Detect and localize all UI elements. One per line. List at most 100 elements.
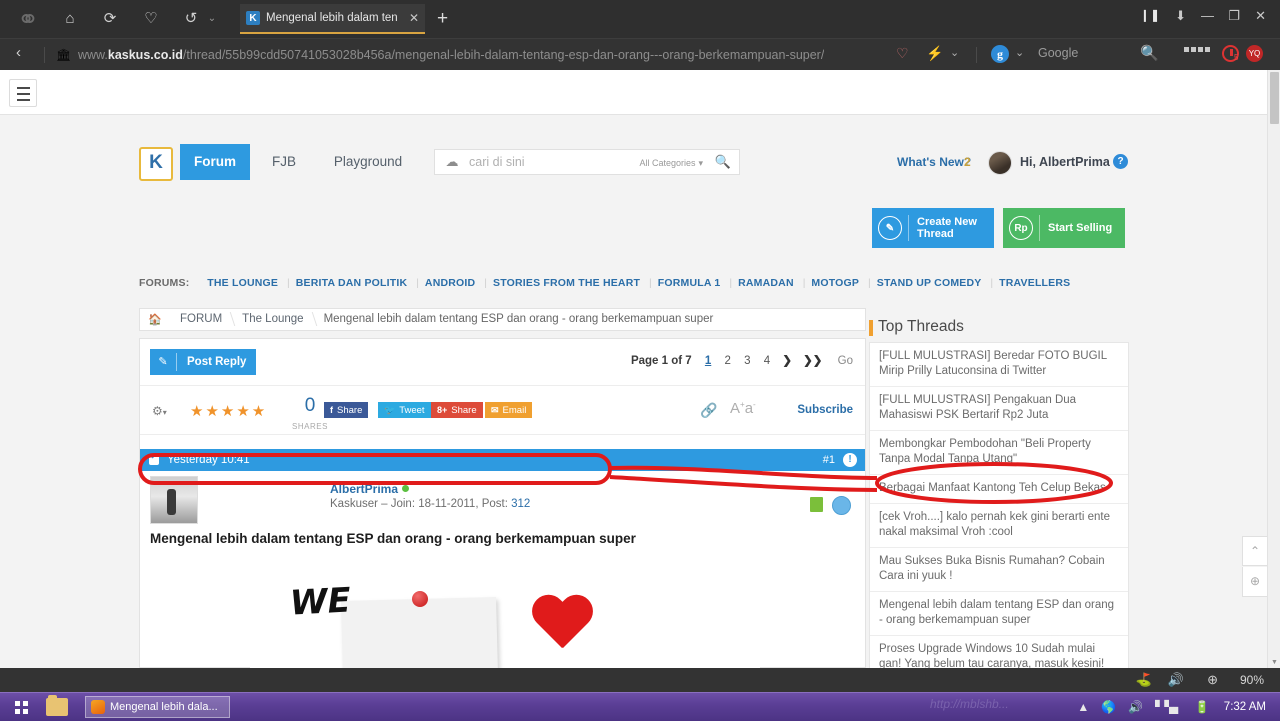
scrollbar-thumb[interactable]: [1270, 72, 1279, 124]
quick-action-plus-button[interactable]: ⊕: [1242, 567, 1268, 597]
apps-grid-icon[interactable]: [1184, 47, 1212, 54]
search-input[interactable]: [469, 155, 637, 169]
tab-forum[interactable]: Forum: [180, 144, 250, 180]
windows-logo-icon[interactable]: [6, 696, 36, 718]
forum-link-stories[interactable]: STORIES FROM THE HEART: [493, 277, 640, 289]
shield-icon[interactable]: ⛳: [1136, 672, 1152, 688]
green-book-icon[interactable]: [810, 497, 823, 512]
forum-link-standup[interactable]: STAND UP COMEDY: [877, 277, 982, 289]
home-icon[interactable]: 🏠: [140, 313, 170, 326]
tab-close-icon[interactable]: ✕: [409, 11, 419, 25]
next-page-icon[interactable]: ❯: [782, 355, 792, 367]
font-size-icon[interactable]: A+a-: [730, 400, 756, 417]
volume-icon[interactable]: 🔊: [1128, 700, 1143, 714]
post-image[interactable]: WE: [250, 564, 760, 668]
site-search[interactable]: ☁ All Categories▾ 🔍: [434, 149, 740, 175]
list-item[interactable]: Berbagai Manfaat Kantong Teh Celup Bekas: [870, 475, 1128, 504]
post-reply-button[interactable]: ✎ Post Reply: [150, 349, 257, 375]
list-item[interactable]: Membongkar Pembodohan "Beli Property Tan…: [870, 431, 1128, 475]
facebook-share-button[interactable]: f Share: [324, 402, 369, 418]
minimize-icon[interactable]: —: [1201, 8, 1214, 23]
bookmark-icon[interactable]: ♡: [137, 6, 165, 32]
post-check-icon[interactable]: [149, 451, 159, 465]
list-item[interactable]: [cek Vroh....] kalo pernah kek gini bera…: [870, 504, 1128, 548]
search-category-select[interactable]: All Categories ▾: [636, 155, 707, 169]
forum-link-berita[interactable]: BERITA DAN POLITIK: [296, 277, 408, 289]
breadcrumb-lounge[interactable]: The Lounge: [232, 309, 313, 330]
scroll-to-top-button[interactable]: ⌃: [1242, 536, 1268, 566]
scroll-down-icon[interactable]: ▼: [1270, 658, 1279, 668]
whats-new-link[interactable]: What's New?: [897, 155, 971, 169]
list-item[interactable]: [FULL MULUSTRASI] Pengakuan Dua Mahasisw…: [870, 387, 1128, 431]
clock[interactable]: 7:32 AM: [1224, 701, 1266, 713]
last-page-icon[interactable]: ❯❯: [803, 355, 822, 367]
breadcrumb-forum[interactable]: FORUM: [170, 309, 232, 330]
go-button[interactable]: Go: [838, 355, 853, 367]
page-2[interactable]: 2: [725, 355, 731, 367]
start-selling-button[interactable]: Rp Start Selling: [1003, 208, 1125, 248]
zoom-icon[interactable]: ⊕: [1207, 672, 1218, 688]
smiley-icon[interactable]: [832, 496, 851, 515]
home-icon[interactable]: ⌂: [56, 6, 84, 32]
author-name[interactable]: AlbertPrima: [330, 482, 398, 496]
url-text[interactable]: www.kaskus.co.id/thread/55b99cdd50741053…: [78, 45, 824, 65]
history-chevron-down-icon[interactable]: ⌄: [198, 6, 226, 32]
gear-icon[interactable]: ⚙▾: [152, 404, 167, 418]
back-icon[interactable]: ‹: [16, 44, 21, 61]
taskbar-window-button[interactable]: Mengenal lebih dala...: [85, 696, 230, 718]
address-bookmark-icon[interactable]: ♡: [896, 45, 909, 62]
list-item-highlighted[interactable]: Mengenal lebih dalam tentang ESP dan ora…: [870, 592, 1128, 636]
user-greeting[interactable]: Hi, AlbertPrima: [1020, 155, 1110, 169]
tray-expand-icon[interactable]: ▲: [1077, 700, 1089, 714]
security-icon[interactable]: 🌎: [1101, 700, 1116, 714]
create-new-thread-button[interactable]: ✎ Create New Thread: [872, 208, 994, 248]
engine-chevron-down-icon[interactable]: ⌄: [1015, 46, 1024, 59]
browser-tab[interactable]: K Mengenal lebih dalam ten ✕: [240, 4, 425, 34]
list-item[interactable]: [FULL MULUSTRASI] Beredar FOTO BUGIL Mir…: [870, 343, 1128, 387]
address-bar[interactable]: ‹ 🏛 www.kaskus.co.id/thread/55b99cdd5074…: [0, 38, 1280, 71]
twitter-share-button[interactable]: 🐦 Tweet: [378, 402, 431, 418]
forum-link-travellers[interactable]: TRAVELLERS: [999, 277, 1070, 289]
google-plus-share-button[interactable]: 8+ Share: [431, 402, 483, 418]
battery-icon[interactable]: 🔋: [1195, 700, 1210, 714]
page-scrollbar[interactable]: ▲ ▼: [1267, 70, 1280, 668]
zoom-level[interactable]: 90%: [1240, 673, 1264, 687]
forum-link-lounge[interactable]: THE LOUNGE: [207, 277, 278, 289]
tab-fjb[interactable]: FJB: [255, 144, 313, 180]
forum-link-motogp[interactable]: MOTOGP: [811, 277, 859, 289]
new-tab-icon[interactable]: +: [437, 8, 448, 30]
search-icon[interactable]: 🔍: [1140, 44, 1159, 62]
network-icon[interactable]: ▘▚▖: [1155, 700, 1183, 714]
extension-icon[interactable]: YQ: [1246, 45, 1263, 62]
menu-icon[interactable]: [9, 79, 37, 107]
email-share-button[interactable]: ✉ Email: [485, 402, 533, 418]
speed-bolt-icon[interactable]: ⚡: [926, 45, 943, 62]
search-submit-icon[interactable]: 🔍: [707, 154, 739, 170]
forum-link-formula1[interactable]: FORMULA 1: [658, 277, 721, 289]
page-3[interactable]: 3: [744, 355, 750, 367]
forum-link-ramadan[interactable]: RAMADAN: [738, 277, 794, 289]
panel-toggle-icon[interactable]: ❙❚: [1140, 8, 1160, 22]
address-chevron-down-icon[interactable]: ⌄: [950, 46, 959, 59]
reload-icon[interactable]: ⟳: [96, 6, 124, 32]
folder-icon[interactable]: [46, 695, 68, 716]
volume-icon[interactable]: 🔊: [1168, 672, 1184, 688]
rating-stars[interactable]: ★★★★★: [190, 402, 267, 420]
page-1[interactable]: 1: [705, 355, 711, 367]
search-engine-icon[interactable]: g: [991, 45, 1009, 63]
list-item[interactable]: Proses Upgrade Windows 10 Sudah mulai ga…: [870, 636, 1128, 668]
close-window-icon[interactable]: ✕: [1255, 8, 1266, 24]
report-icon[interactable]: !: [843, 453, 857, 467]
kaskus-logo[interactable]: K: [139, 147, 173, 181]
pin-window-icon[interactable]: ⬇: [1175, 8, 1186, 24]
tab-playground[interactable]: Playground: [318, 144, 418, 180]
avatar[interactable]: [988, 151, 1012, 175]
help-icon[interactable]: ?: [1113, 154, 1128, 169]
avatar[interactable]: [150, 476, 198, 524]
list-item[interactable]: Mau Sukses Buka Bisnis Rumahan? Cobain C…: [870, 548, 1128, 592]
page-4[interactable]: 4: [764, 355, 770, 367]
subscribe-button[interactable]: Subscribe: [797, 404, 853, 416]
restore-icon[interactable]: ❐: [1228, 8, 1240, 24]
link-icon[interactable]: 🔗: [700, 402, 717, 419]
forum-link-android[interactable]: ANDROID: [425, 277, 475, 289]
